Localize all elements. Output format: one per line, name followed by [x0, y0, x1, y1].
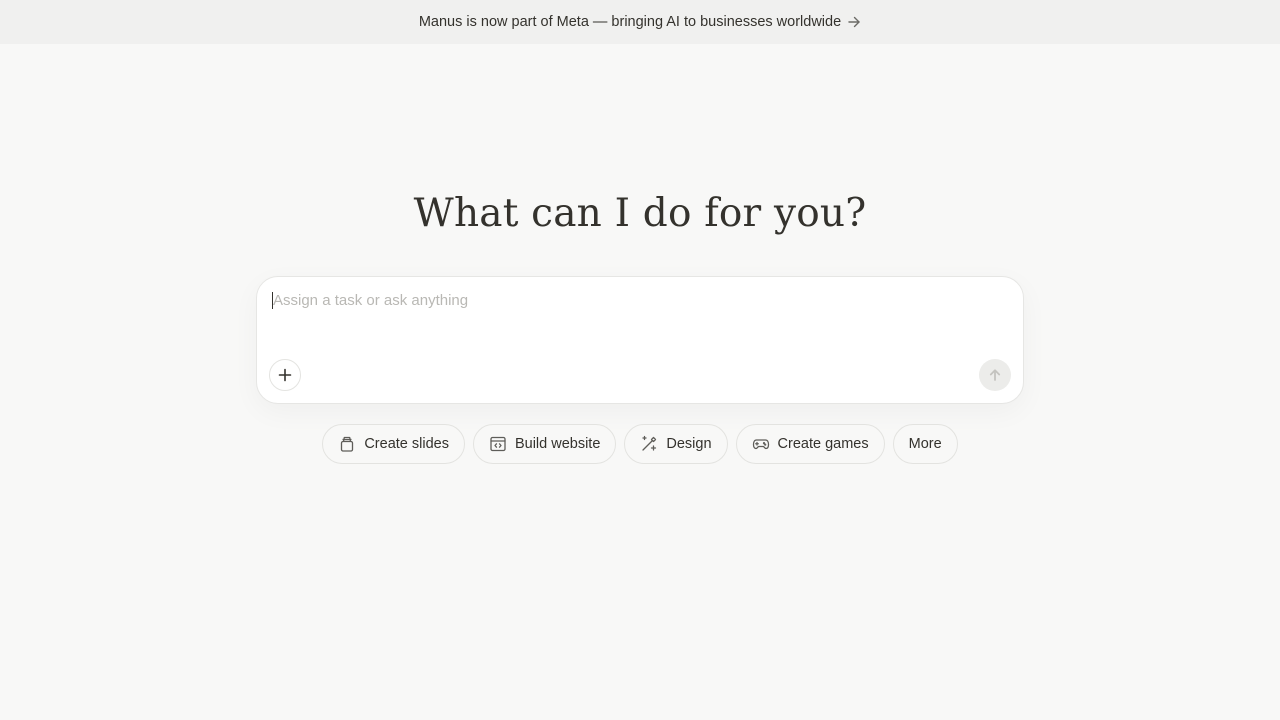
text-caret: [272, 292, 273, 309]
design-label: Design: [666, 436, 712, 452]
quick-actions: Create slides Build website Design Creat…: [0, 424, 1280, 464]
task-input[interactable]: [273, 291, 1009, 351]
send-button[interactable]: [979, 359, 1011, 391]
website-icon: [489, 435, 507, 453]
arrow-right-icon: [847, 15, 861, 29]
add-attachment-button[interactable]: [269, 359, 301, 391]
plus-icon: [278, 368, 292, 382]
design-icon: [640, 435, 658, 453]
design-button[interactable]: Design: [624, 424, 728, 464]
announcement-banner[interactable]: Manus is now part of Meta — bringing AI …: [0, 0, 1280, 44]
create-slides-button[interactable]: Create slides: [322, 424, 465, 464]
build-website-button[interactable]: Build website: [472, 424, 617, 464]
more-button[interactable]: More: [892, 424, 958, 464]
banner-text: Manus is now part of Meta — bringing AI …: [418, 14, 842, 30]
more-label: More: [908, 436, 942, 452]
page-headline: What can I do for you?: [413, 191, 867, 236]
create-games-label: Create games: [777, 436, 869, 452]
gamepad-icon: [752, 435, 770, 453]
create-slides-label: Create slides: [364, 436, 449, 452]
create-games-button[interactable]: Create games: [735, 424, 885, 464]
arrow-up-icon: [988, 368, 1002, 382]
slides-icon: [338, 435, 356, 453]
task-composer: [256, 276, 1024, 404]
build-website-label: Build website: [514, 436, 601, 452]
